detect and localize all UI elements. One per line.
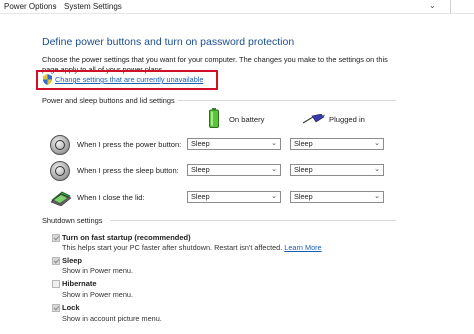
- shield-icon: [43, 74, 52, 85]
- col-on-battery: On battery: [229, 115, 265, 124]
- lock-option-desc: Show in account picture menu.: [62, 314, 162, 323]
- breadcrumb-separator-icon: ›: [54, 1, 57, 10]
- chevron-down-icon: ⌄: [271, 140, 277, 147]
- sleep-option-desc: Show in Power menu.: [62, 266, 133, 275]
- sleep-checkbox[interactable]: [52, 257, 60, 265]
- hibernate-option-label: Hibernate: [62, 279, 97, 288]
- chevron-down-icon[interactable]: ⌄: [429, 1, 436, 10]
- sleep-option-label: Sleep: [62, 256, 83, 265]
- chevron-down-icon: ⌄: [374, 140, 380, 147]
- power-button-battery-select[interactable]: Sleep ⌄: [187, 138, 281, 150]
- hibernate-checkbox[interactable]: [52, 280, 60, 288]
- breadcrumb-system-settings[interactable]: System Settings: [64, 2, 122, 11]
- row-label-sleep-button: When I press the sleep button:: [77, 166, 179, 175]
- breadcrumb-power-options[interactable]: Power Options: [4, 2, 56, 11]
- close-lid-plugged-select[interactable]: Sleep ⌄: [290, 191, 384, 203]
- power-button-plugged-select[interactable]: Sleep ⌄: [290, 138, 384, 150]
- sleep-button-plugged-select[interactable]: Sleep ⌄: [290, 164, 384, 176]
- close-lid-battery-select[interactable]: Sleep ⌄: [187, 191, 281, 203]
- learn-more-link[interactable]: Learn More: [284, 243, 321, 252]
- sleep-button-battery-select[interactable]: Sleep ⌄: [187, 164, 281, 176]
- lock-option-label: Lock: [62, 303, 80, 312]
- section-divider: [110, 220, 396, 221]
- sleep-button-icon: [50, 161, 70, 181]
- laptop-lid-icon: [50, 191, 72, 206]
- battery-icon: [209, 108, 219, 128]
- breadcrumb-bar: Power Options › System Settings ⌄: [0, 0, 474, 14]
- chevron-down-icon: ⌄: [374, 166, 380, 173]
- chevron-down-icon: ⌄: [271, 166, 277, 173]
- plug-icon: [303, 114, 325, 124]
- shutdown-section-label: Shutdown settings: [42, 216, 103, 225]
- page-title: Define power buttons and turn on passwor…: [42, 36, 295, 48]
- row-label-power-button: When I press the power button:: [77, 140, 182, 149]
- lock-checkbox[interactable]: [52, 304, 60, 312]
- change-settings-link[interactable]: Change settings that are currently unava…: [55, 75, 203, 84]
- fast-startup-label: Turn on fast startup (recommended): [62, 233, 191, 242]
- col-plugged-in: Plugged in: [329, 115, 365, 124]
- section-divider: [178, 100, 396, 101]
- buttons-section-label: Power and sleep buttons and lid settings: [42, 96, 175, 105]
- fast-startup-checkbox[interactable]: [52, 234, 60, 242]
- divider: [450, 0, 451, 14]
- chevron-down-icon: ⌄: [271, 193, 277, 200]
- hibernate-option-desc: Show in Power menu.: [62, 290, 133, 299]
- chevron-down-icon: ⌄: [374, 193, 380, 200]
- fast-startup-desc: This helps start your PC faster after sh…: [62, 243, 322, 252]
- power-button-icon: [50, 135, 70, 155]
- row-label-close-lid: When I close the lid:: [77, 193, 145, 202]
